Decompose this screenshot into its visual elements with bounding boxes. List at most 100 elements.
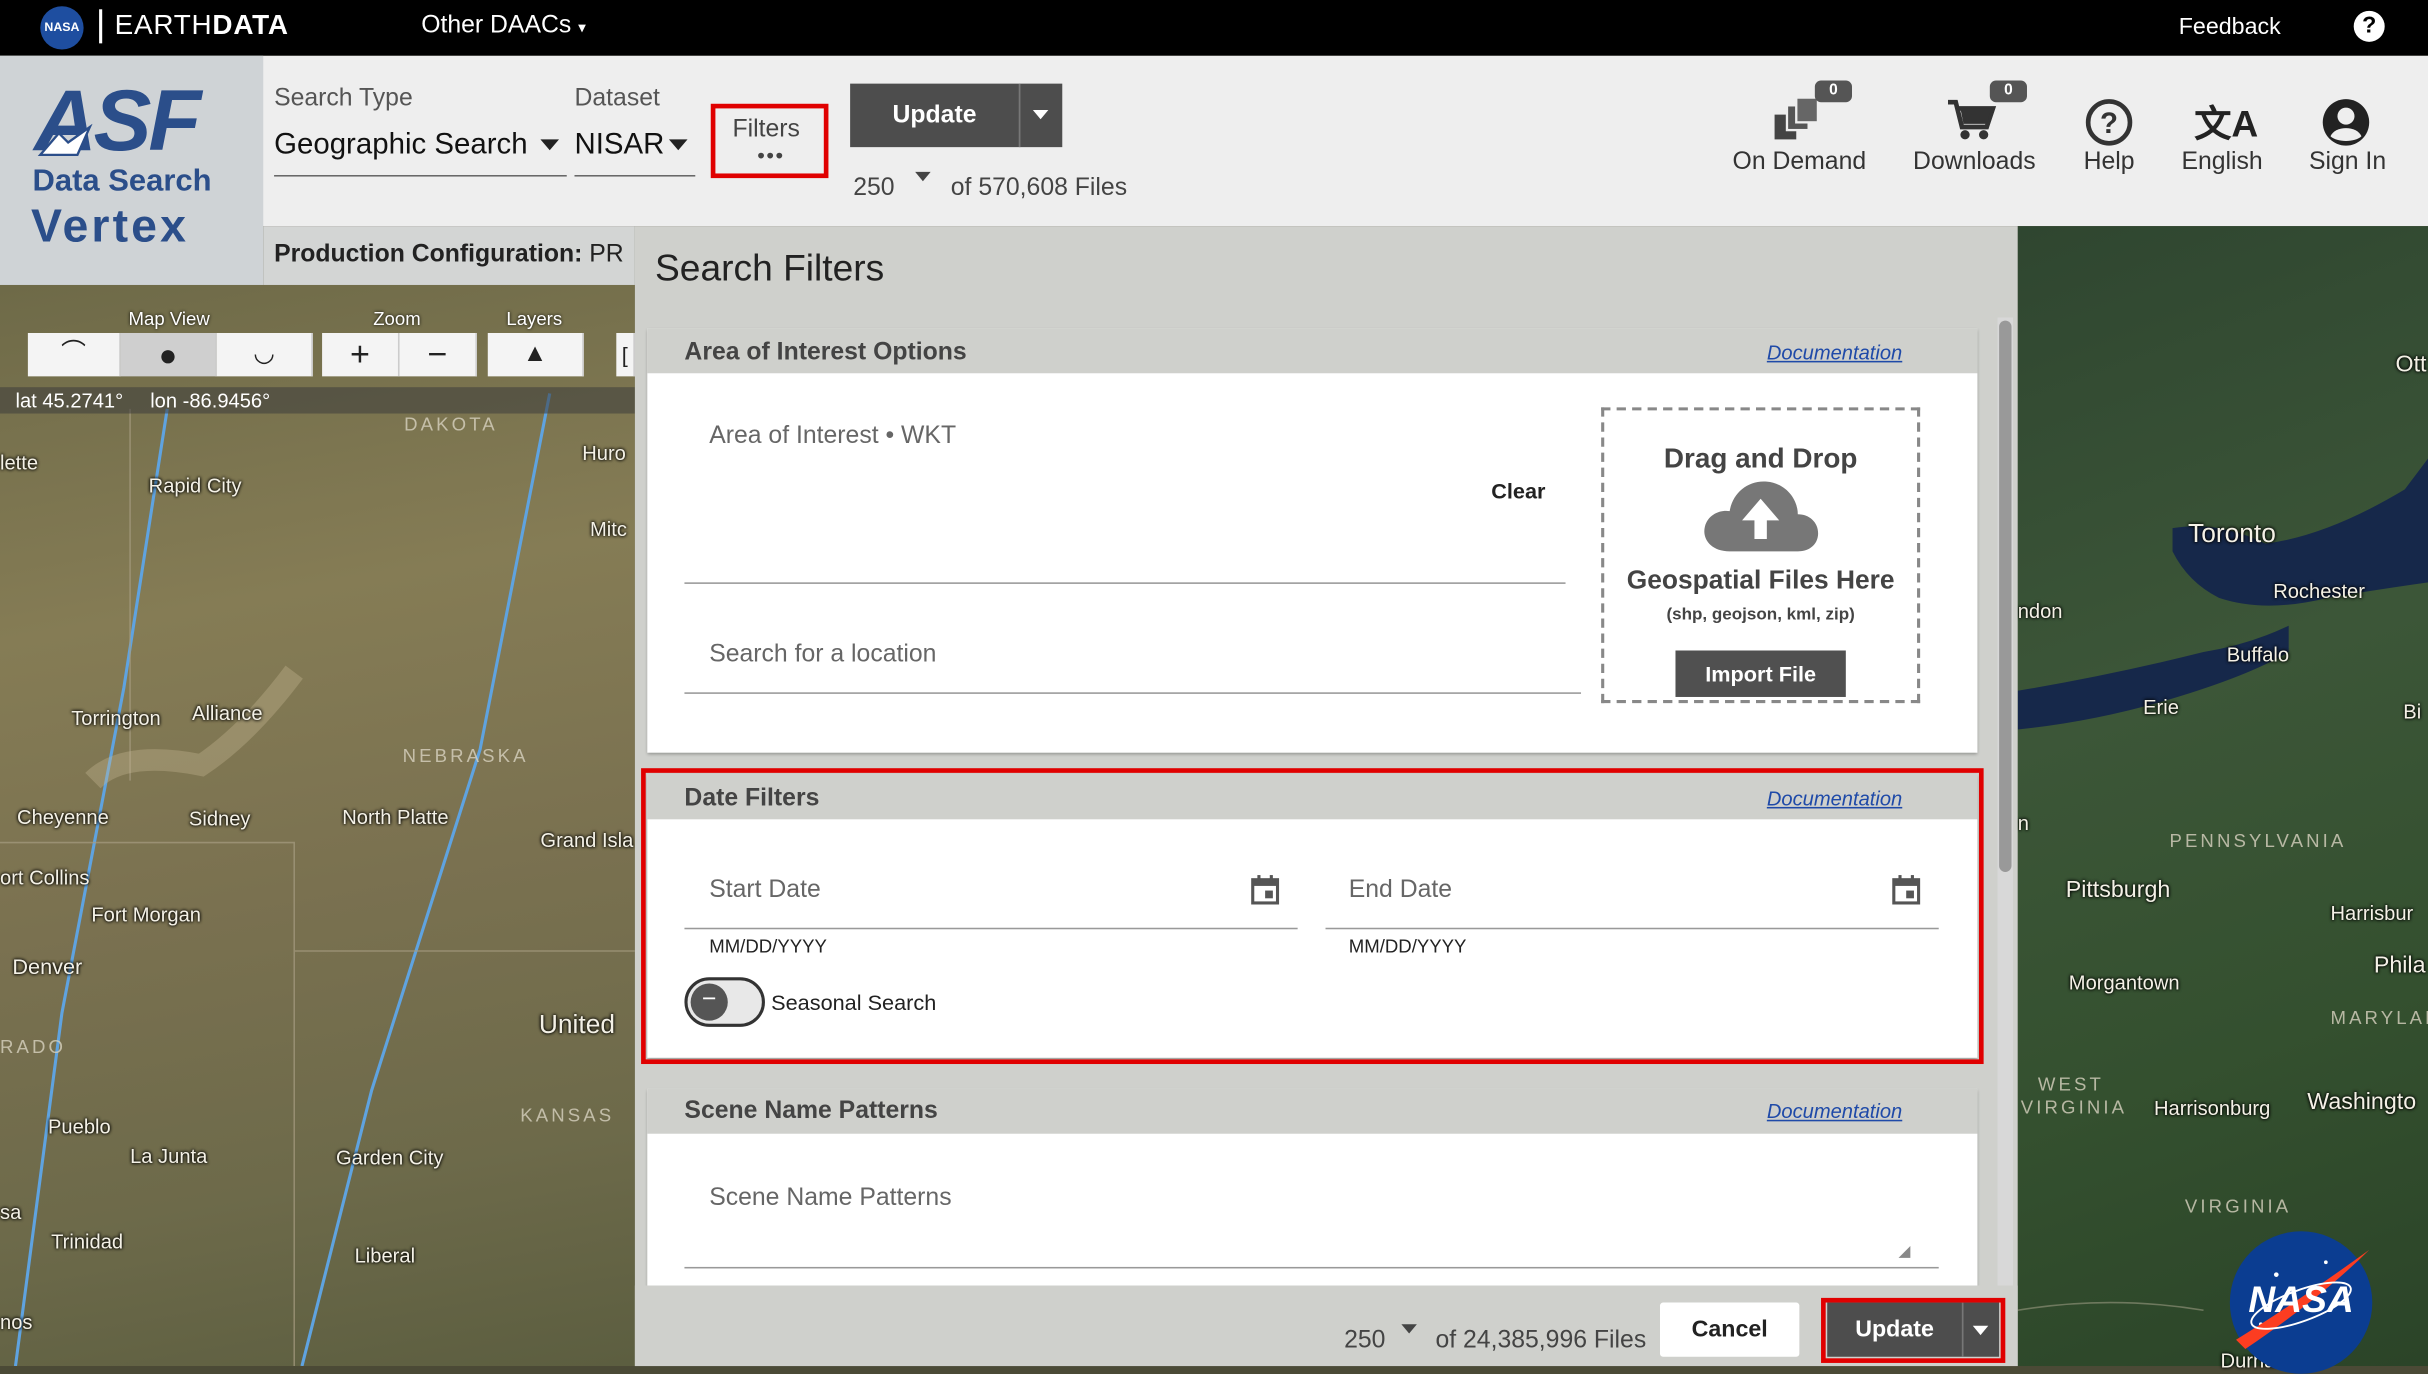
map-label: ort Collins	[0, 865, 90, 890]
help-button[interactable]: ? Help	[2069, 81, 2150, 180]
map-label: Alliance	[192, 701, 263, 725]
translate-icon: 文A	[2194, 103, 2259, 146]
top-bar	[0, 0, 2428, 56]
help-circle-icon[interactable]: ?	[2353, 10, 2385, 42]
map-label: Washingto	[2307, 1088, 2417, 1116]
earthdata-brand[interactable]: EARTHDATA	[115, 9, 289, 42]
eagle-icon	[37, 123, 93, 157]
map-label: Mitc	[589, 517, 627, 541]
arctic-view-button[interactable]: ⌒	[27, 332, 121, 377]
map-view-label: Map View	[128, 308, 210, 330]
layers-button[interactable]: ▲	[487, 332, 584, 377]
map-label: MARYLAN	[2330, 1006, 2428, 1029]
map-label: n	[2017, 811, 2029, 835]
files-count: of 570,608 Files	[950, 175, 1128, 202]
update-button[interactable]: Update	[850, 83, 1019, 148]
map-label: Cheyenne	[17, 805, 109, 829]
filters-highlight	[710, 103, 829, 179]
production-config: Production Configuration: PR	[274, 242, 624, 270]
location-search-input[interactable]	[684, 626, 1581, 694]
equatorial-view-button[interactable]: ●	[120, 332, 217, 377]
map-label: Denver	[12, 954, 83, 979]
map-label: Toronto	[2188, 518, 2276, 549]
footer-max-results-select[interactable]: 250	[1344, 1327, 1385, 1355]
map-label: Harrisbur	[2330, 901, 2414, 925]
sign-in-button[interactable]: Sign In	[2301, 81, 2394, 180]
dnd-types: (shp, geojson, kml, zip)	[1666, 605, 1855, 625]
map-label: Torrington	[71, 706, 161, 730]
longitude: lon -86.9456°	[150, 388, 271, 412]
language-label: English	[2181, 148, 2263, 176]
draw-tool-button[interactable]: [	[616, 332, 635, 377]
map-label: Huro	[582, 441, 626, 465]
production-config-value: PR	[589, 241, 624, 268]
dataset-underline	[574, 175, 696, 177]
update-dropdown-button[interactable]	[1018, 83, 1063, 148]
latitude: lat 45.2741°	[15, 388, 124, 412]
aoi-documentation-link[interactable]: Documentation	[1767, 341, 1902, 364]
brand-prefix: EARTH	[114, 9, 213, 41]
topbar-divider	[99, 9, 103, 44]
downloads-badge: 0	[1989, 80, 2027, 103]
dataset-select[interactable]: NISAR	[574, 124, 696, 177]
panel-scroll-thumb[interactable]	[1999, 320, 2012, 872]
clear-aoi-button[interactable]: Clear	[1491, 479, 1545, 504]
other-daacs-menu[interactable]: Other DAACs ▾	[421, 12, 586, 40]
search-type-label: Search Type	[274, 85, 413, 112]
scene-title: Scene Name Patterns	[684, 1098, 938, 1125]
logo-data-search: Data Search	[32, 164, 212, 199]
map-label: Harrisonburg	[2153, 1096, 2271, 1120]
help-icon: ?	[2085, 99, 2133, 146]
bracket-icon: [	[621, 342, 628, 368]
map-label: Trinidad	[51, 1229, 124, 1253]
nasa-badge-icon[interactable]: NASA	[40, 6, 84, 50]
on-demand-badge: 0	[1814, 80, 1853, 103]
zoom-label: Zoom	[373, 308, 421, 330]
caret-down-icon[interactable]	[915, 171, 931, 182]
language-button[interactable]: 文A English	[2174, 81, 2270, 180]
map-label: lette	[0, 450, 39, 474]
production-config-label: Production Configuration:	[274, 241, 583, 268]
search-type-value: Geographic Search	[274, 128, 528, 162]
cancel-button[interactable]: Cancel	[1659, 1302, 1800, 1357]
import-file-button[interactable]: Import File	[1675, 650, 1846, 697]
feedback-link[interactable]: Feedback	[2179, 14, 2281, 40]
map-label: RADO	[0, 1036, 67, 1058]
map-label: NEBRASKA	[402, 744, 529, 767]
scene-documentation-link[interactable]: Documentation	[1767, 1100, 1902, 1123]
caret-down-icon[interactable]	[1401, 1324, 1417, 1334]
search-type-select[interactable]: Geographic Search	[274, 124, 567, 177]
aoi-wkt-input[interactable]	[684, 406, 1565, 583]
downloads-button[interactable]: 0 Downloads	[1905, 80, 2044, 180]
search-type-underline	[274, 175, 567, 177]
dataset-value: NISAR	[574, 128, 665, 162]
zoom-out-button[interactable]: −	[399, 332, 477, 377]
map-label: Morgantown	[2068, 971, 2180, 995]
mountain-icon: ▲	[522, 340, 548, 368]
location-underline	[684, 692, 1582, 694]
aoi-wkt-underline	[684, 582, 1566, 584]
map-label: Pueblo	[48, 1115, 111, 1139]
globe-icon: ●	[158, 339, 178, 374]
scene-name-input[interactable]	[684, 1165, 1938, 1267]
filters-footer	[634, 1285, 2018, 1367]
resize-grip-icon[interactable]: ◢	[1898, 1244, 1910, 1261]
sign-in-label: Sign In	[2308, 148, 2387, 176]
map-label: WEST	[2037, 1073, 2104, 1096]
map-label: Fort Morgan	[91, 902, 202, 927]
footer-files-count: of 24,385,996 Files	[1435, 1327, 1647, 1354]
max-results-select[interactable]: 250	[853, 175, 894, 203]
antarctic-view-button[interactable]: ◡	[216, 332, 313, 377]
map-label: Rochester	[2273, 579, 2365, 603]
on-demand-button[interactable]: 0 On Demand	[1728, 80, 1870, 180]
map-label: DAKOTA	[404, 413, 498, 436]
layers-icon	[1774, 96, 1820, 140]
nasa-logo-text: NASA	[2248, 1279, 2354, 1322]
zoom-in-button[interactable]: +	[322, 332, 400, 377]
cart-icon	[1948, 99, 1997, 140]
map-label: KANSAS	[520, 1104, 615, 1126]
caret-down-icon: ▾	[578, 20, 586, 38]
dnd-subtitle: Geospatial Files Here	[1626, 565, 1895, 595]
map-label: North Platte	[342, 805, 449, 829]
downloads-label: Downloads	[1913, 148, 2036, 176]
